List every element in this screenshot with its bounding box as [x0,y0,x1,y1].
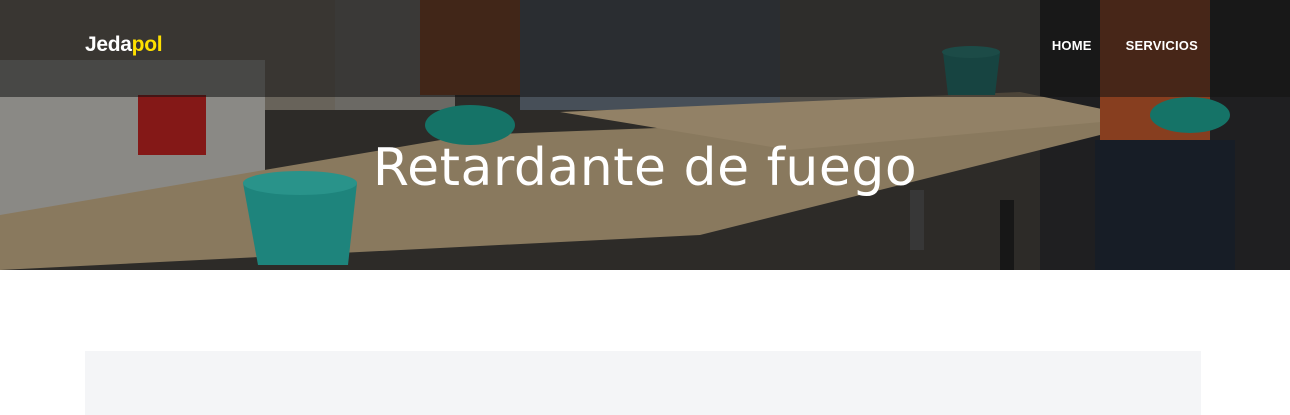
brand-logo[interactable]: Jedapol [85,33,163,57]
brand-name-part1: Jeda [85,33,132,56]
brand-name-part2: pol [131,33,163,56]
main-nav: HOME SERVICIOS [1052,38,1198,53]
navbar: Jedapol HOME SERVICIOS [0,0,1290,97]
hero-section: Jedapol HOME SERVICIOS Retardante de fue… [0,0,1290,270]
nav-link-home[interactable]: HOME [1052,38,1092,53]
nav-link-servicios[interactable]: SERVICIOS [1126,38,1198,53]
page-title: Retardante de fuego [372,138,918,198]
content-panel [85,351,1201,415]
